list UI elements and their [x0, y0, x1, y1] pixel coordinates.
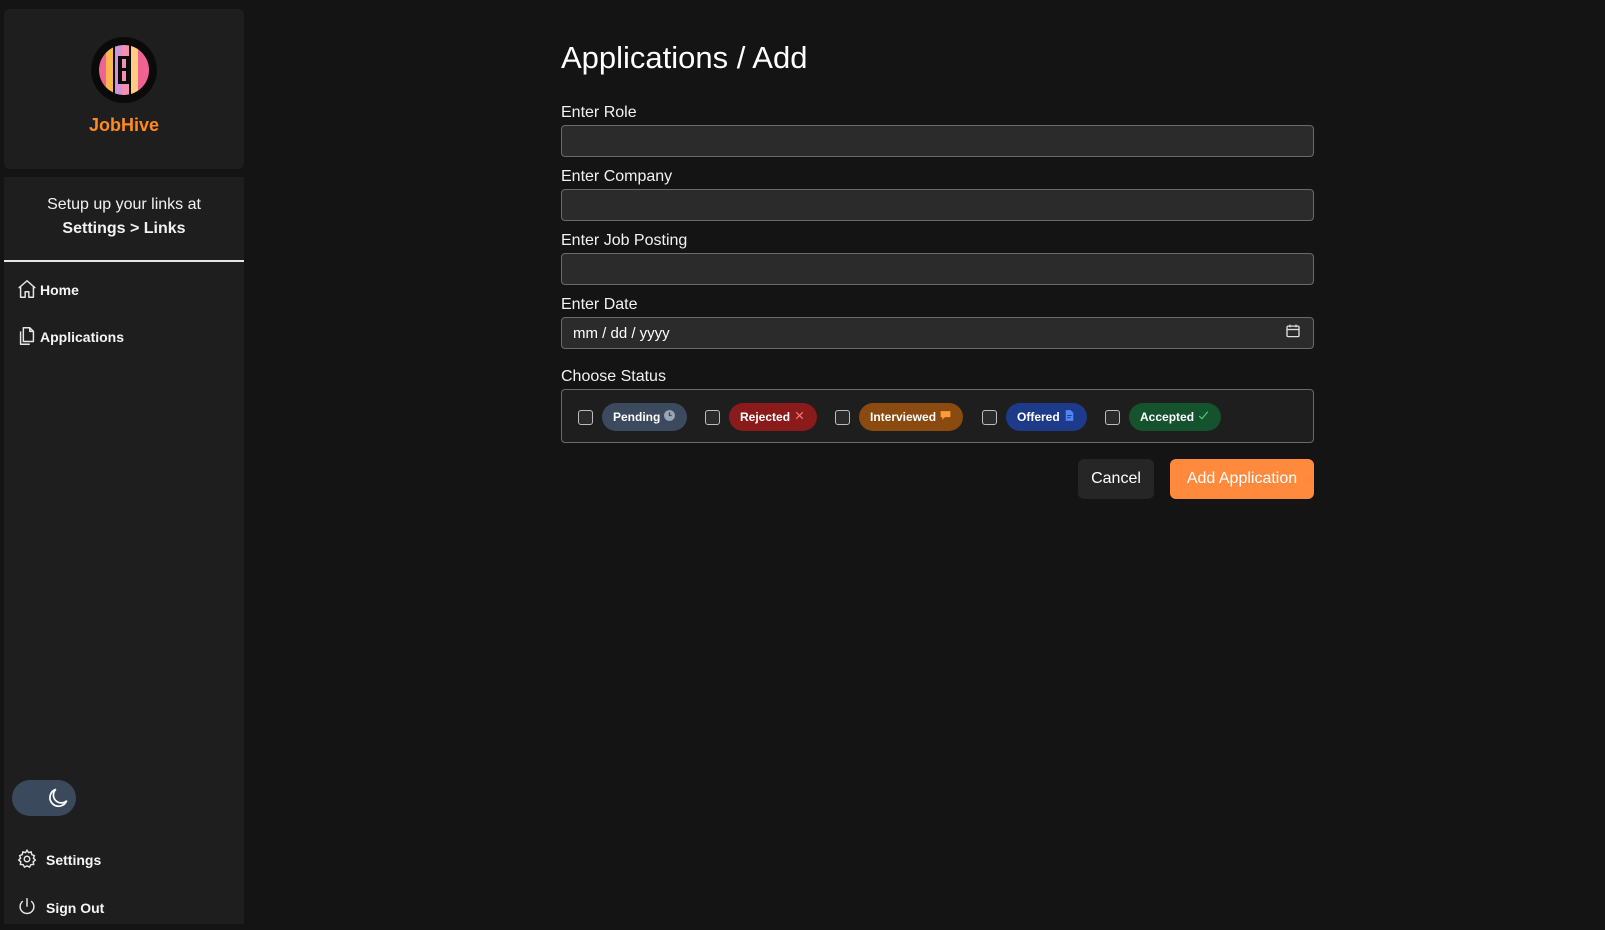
job-posting-input[interactable] [561, 253, 1314, 285]
documents-icon [16, 325, 38, 350]
company-input[interactable] [561, 189, 1314, 221]
status-pill-label: Interviewed [870, 410, 937, 424]
status-option-rejected: Rejected [705, 403, 818, 431]
settings-label: Settings [46, 852, 102, 868]
home-icon [16, 278, 38, 303]
add-application-button[interactable]: Add Application [1170, 459, 1314, 499]
calendar-icon[interactable] [1284, 322, 1302, 344]
gear-icon [16, 848, 38, 873]
status-pill-rejected[interactable]: Rejected [729, 403, 818, 431]
sign-out-button[interactable]: Sign Out [16, 893, 104, 923]
status-pill-label: Pending [613, 410, 661, 424]
moon-icon [42, 782, 74, 814]
theme-toggle[interactable] [12, 780, 76, 816]
job-posting-label: Enter Job Posting [561, 232, 688, 249]
date-placeholder: mm / dd / yyyy [573, 324, 670, 342]
status-pill-interviewed[interactable]: Interviewed [859, 403, 964, 431]
x-icon [793, 409, 806, 425]
page-title: Applications / Add [561, 40, 808, 75]
clock-icon [663, 409, 676, 425]
links-hint: Setup up your links at Settings > Links [4, 193, 244, 241]
brand-card: JobHive [4, 9, 244, 169]
sidebar-item-label: Home [40, 282, 79, 298]
document-icon [1063, 409, 1076, 425]
status-option-pending: Pending [578, 403, 688, 431]
power-icon [16, 896, 38, 921]
status-checkbox[interactable] [705, 409, 720, 425]
settings-button[interactable]: Settings [16, 845, 101, 875]
company-label: Enter Company [561, 168, 673, 185]
status-checkbox[interactable] [1105, 409, 1120, 425]
divider [4, 260, 244, 262]
date-label: Enter Date [561, 296, 638, 313]
status-pill-accepted[interactable]: Accepted [1129, 403, 1222, 431]
links-hint-text: Setup up your links at [47, 196, 201, 213]
status-pill-label: Offered [1017, 410, 1060, 424]
status-checkbox[interactable] [982, 409, 997, 425]
status-option-offered: Offered [982, 403, 1087, 431]
status-pill-label: Rejected [740, 410, 791, 424]
date-input[interactable]: mm / dd / yyyy [561, 317, 1314, 349]
checkmark-icon [1197, 409, 1210, 425]
cancel-button[interactable]: Cancel [1078, 459, 1154, 499]
sidebar-item-applications[interactable]: Applications [16, 322, 124, 352]
status-checkbox[interactable] [835, 409, 850, 425]
status-pill-pending[interactable]: Pending [602, 403, 688, 431]
sidebar-item-label: Applications [40, 329, 125, 345]
sign-out-label: Sign Out [46, 900, 105, 916]
status-options: Pending Rejected Interviewed Offered Acc… [561, 389, 1314, 443]
sidebar-item-home[interactable]: Home [16, 275, 79, 305]
status-option-interviewed: Interviewed [835, 403, 964, 431]
status-checkbox[interactable] [578, 409, 593, 425]
links-hint-path: Settings > Links [62, 220, 186, 237]
logo [91, 37, 157, 103]
status-pill-label: Accepted [1140, 410, 1195, 424]
sidebar-panel: Setup up your links at Settings > Links … [4, 177, 244, 924]
role-input[interactable] [561, 125, 1314, 157]
status-option-accepted: Accepted [1105, 403, 1222, 431]
sidebar: JobHive Setup up your links at Settings … [4, 9, 244, 924]
status-label: Choose Status [561, 368, 666, 385]
status-pill-offered[interactable]: Offered [1006, 403, 1087, 431]
speech-bubble-icon [939, 409, 952, 425]
brand-name: JobHive [88, 115, 160, 135]
role-label: Enter Role [561, 104, 637, 121]
